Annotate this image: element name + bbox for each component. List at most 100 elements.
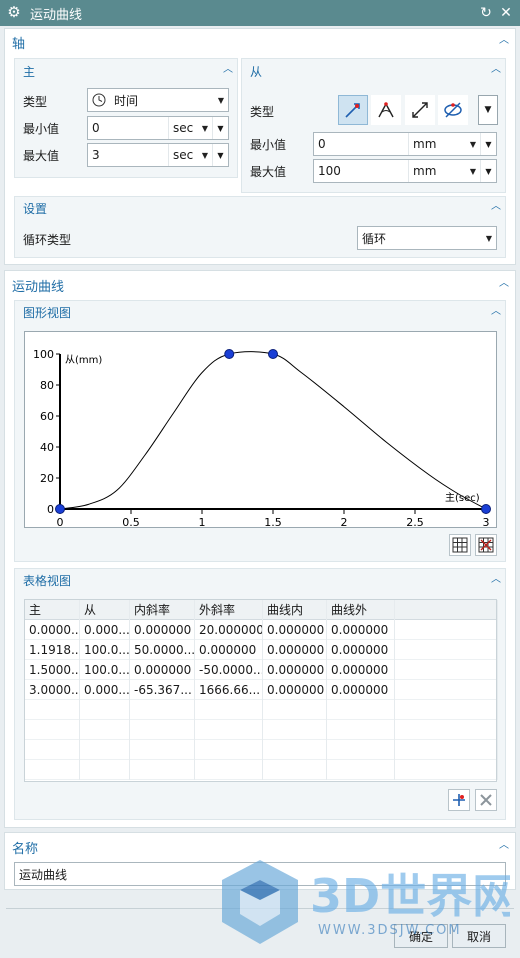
angular-motion-icon[interactable] <box>371 95 401 125</box>
table-cell[interactable] <box>130 760 195 780</box>
table-row[interactable] <box>25 760 498 780</box>
table-cell[interactable] <box>130 720 195 740</box>
table-cell[interactable]: 0.000000 <box>327 660 395 680</box>
grid-view-icon[interactable] <box>449 534 471 556</box>
control-point[interactable] <box>55 504 65 514</box>
snap-grid-icon[interactable] <box>475 534 497 556</box>
table-row[interactable]: 0.0000... 0.000... 0.000000 20.000000 0.0000… <box>25 620 498 640</box>
column-header[interactable]: 外斜率 <box>195 600 263 620</box>
table-cell[interactable]: 0.000000 <box>263 620 327 640</box>
table-cell[interactable] <box>195 740 263 760</box>
table-cell[interactable] <box>25 700 80 720</box>
table-row[interactable] <box>25 740 498 760</box>
follower-min-value[interactable]: 0 <box>314 137 408 151</box>
master-max-unit-select[interactable]: sec ▼ <box>168 144 212 166</box>
cancel-button[interactable]: 取消 <box>452 924 506 948</box>
table-cell[interactable] <box>327 760 395 780</box>
table-cell[interactable] <box>195 700 263 720</box>
chevron-down-icon[interactable]: ▼ <box>212 144 228 166</box>
table-cell[interactable]: 0.000000 <box>130 620 195 640</box>
follower-max-unit-select[interactable]: mm ▼ <box>408 160 480 182</box>
table-cell[interactable]: 0.0000... <box>25 620 80 640</box>
column-header[interactable] <box>395 600 498 620</box>
table-row[interactable]: 1.5000... 100.0... 0.000000 -50.0000... 0.00… <box>25 660 498 680</box>
axis-section-header[interactable]: 轴 <box>12 33 25 52</box>
master-min-field[interactable]: 0 sec ▼ ▼ <box>87 116 229 140</box>
table-cell[interactable] <box>395 720 498 740</box>
table-cell[interactable] <box>80 720 130 740</box>
table-cell[interactable] <box>395 640 498 660</box>
delete-point-icon[interactable] <box>475 789 497 811</box>
table-cell[interactable]: 50.0000... <box>130 640 195 660</box>
table-cell[interactable] <box>263 740 327 760</box>
table-cell[interactable]: 0.000000 <box>263 680 327 700</box>
table-cell[interactable] <box>263 760 327 780</box>
column-header[interactable]: 内斜率 <box>130 600 195 620</box>
close-icon[interactable]: ✕ <box>498 5 514 21</box>
table-row[interactable] <box>25 700 498 720</box>
follower-min-unit-select[interactable]: mm ▼ <box>408 133 480 155</box>
name-header[interactable]: 名称 <box>12 838 38 857</box>
table-cell[interactable] <box>327 740 395 760</box>
column-header[interactable]: 曲线外 <box>327 600 395 620</box>
table-cell[interactable]: 1.5000... <box>25 660 80 680</box>
table-cell[interactable]: 0.000000 <box>327 640 395 660</box>
follower-max-field[interactable]: 100 mm ▼ ▼ <box>313 159 497 183</box>
master-min-value[interactable]: 0 <box>88 121 168 135</box>
table-cell[interactable]: 1666.66... <box>195 680 263 700</box>
motion-chart-svg[interactable]: 0 0.5 1 1.5 2 2.5 3 0 20 40 60 80 100 从(mm) 主(sec) <box>25 332 496 529</box>
table-cell[interactable]: 0.000000 <box>263 660 327 680</box>
follower-type-dropdown-button[interactable]: ▼ <box>478 95 498 125</box>
table-cell[interactable] <box>25 760 80 780</box>
collapse-settings-icon[interactable]: ︿ <box>490 201 502 213</box>
table-cell[interactable]: -50.0000... <box>195 660 263 680</box>
table-cell[interactable] <box>263 700 327 720</box>
table-cell[interactable]: 0.000... <box>80 680 130 700</box>
table-cell[interactable] <box>130 740 195 760</box>
linear-motion-icon[interactable] <box>338 95 368 125</box>
loop-type-select[interactable]: 循环 ▼ <box>357 226 497 250</box>
reset-icon[interactable]: ↻ <box>478 5 494 21</box>
table-cell[interactable] <box>195 760 263 780</box>
control-point[interactable] <box>224 349 235 359</box>
collapse-follower-icon[interactable]: ︿ <box>490 64 502 76</box>
table-row[interactable]: 3.0000... 0.000... -65.367... 1666.66... 0.0… <box>25 680 498 700</box>
add-point-icon[interactable] <box>448 789 470 811</box>
follower-max-value[interactable]: 100 <box>314 164 408 178</box>
table-cell[interactable]: 0.000000 <box>195 640 263 660</box>
collapse-master-icon[interactable]: ︿ <box>222 64 234 76</box>
motion-graph[interactable]: 0 0.5 1 1.5 2 2.5 3 0 20 40 60 80 100 从(mm) 主(sec) <box>24 331 497 529</box>
table-cell[interactable] <box>130 700 195 720</box>
table-cell[interactable]: 20.000000 <box>195 620 263 640</box>
table-cell[interactable] <box>327 700 395 720</box>
gear-icon[interactable]: ⚙ <box>6 4 22 20</box>
table-row[interactable]: 1.1918... 100.0... 50.0000... 0.000000 0.000… <box>25 640 498 660</box>
table-cell[interactable]: 100.0... <box>80 640 130 660</box>
rotation-icon[interactable] <box>438 95 468 125</box>
table-cell[interactable] <box>263 720 327 740</box>
table-cell[interactable] <box>395 760 498 780</box>
chevron-down-icon[interactable]: ▼ <box>212 117 228 139</box>
master-header[interactable]: 主 <box>23 63 35 80</box>
table-cell[interactable] <box>80 760 130 780</box>
name-input[interactable]: 运动曲线 <box>14 862 506 886</box>
master-max-field[interactable]: 3 sec ▼ ▼ <box>87 143 229 167</box>
master-type-select[interactable]: 时间 ▼ <box>87 88 229 112</box>
follower-min-field[interactable]: 0 mm ▼ ▼ <box>313 132 497 156</box>
column-header[interactable]: 主 <box>25 600 80 620</box>
motion-curve-header[interactable]: 运动曲线 <box>12 276 64 295</box>
collapse-name-icon[interactable]: ︿ <box>498 840 510 852</box>
table-cell[interactable] <box>195 720 263 740</box>
column-header[interactable]: 曲线内 <box>263 600 327 620</box>
master-max-value[interactable]: 3 <box>88 148 168 162</box>
collapse-table-view-icon[interactable]: ︿ <box>490 574 502 586</box>
table-view-header[interactable]: 表格视图 <box>23 572 71 589</box>
table-cell[interactable]: 100.0... <box>80 660 130 680</box>
collapse-motion-curve-icon[interactable]: ︿ <box>498 278 510 290</box>
table-cell[interactable] <box>395 660 498 680</box>
table-cell[interactable]: 0.000000 <box>130 660 195 680</box>
table-cell[interactable]: 0.000... <box>80 620 130 640</box>
table-cell[interactable] <box>395 700 498 720</box>
table-row[interactable] <box>25 720 498 740</box>
table-cell[interactable] <box>80 700 130 720</box>
